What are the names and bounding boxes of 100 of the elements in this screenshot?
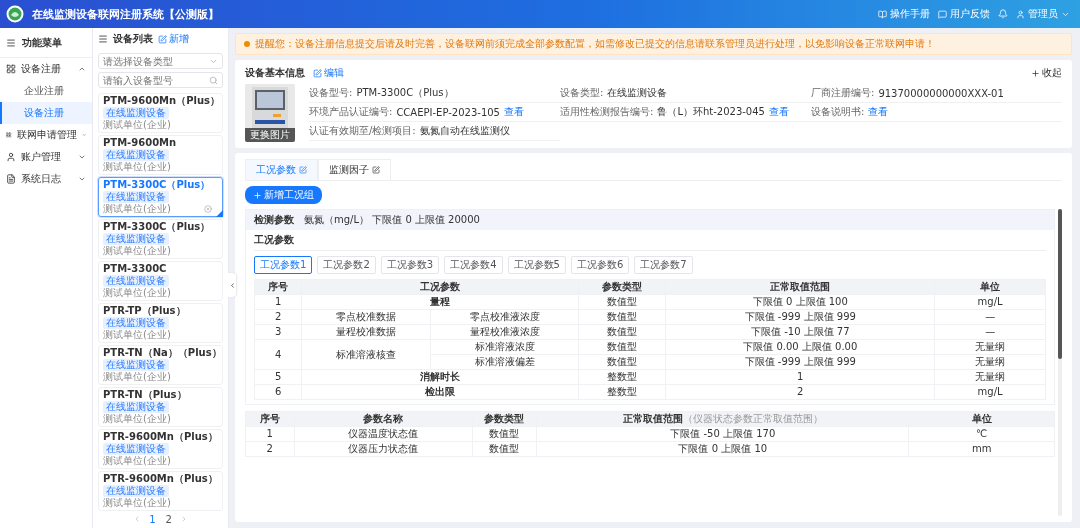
column-header: 参数类型 (578, 279, 666, 295)
table-cell: 消解时长 (301, 369, 579, 385)
table-cell: 整数型 (578, 384, 666, 400)
detection-label: 检测参数 (254, 213, 294, 227)
device-tag: 在线监测设备 (103, 484, 169, 497)
field-label: 认证有效期至/检测项目: (309, 124, 416, 138)
search-field[interactable]: 请输入设备型号 (98, 72, 223, 89)
sidebar-item[interactable]: 设备注册 (0, 58, 92, 80)
table-cell: mg/L (934, 384, 1046, 400)
section-title: 设备基本信息 (245, 66, 305, 80)
table-cell: 量程校准液浓度 (430, 324, 579, 340)
device-model: PTM-3300C（Plus） (103, 220, 211, 233)
table-cell: 6 (254, 384, 302, 400)
table-cell: 5 (254, 369, 302, 385)
device-tag: 在线监测设备 (103, 190, 169, 203)
user-icon (6, 152, 16, 162)
device-model: PTR-TN（Plus） (103, 388, 187, 401)
view-link[interactable]: 查看 (868, 105, 889, 119)
table-cell: 1 (665, 369, 935, 385)
menu-icon[interactable] (98, 34, 108, 45)
company-name: 测试单位(企业) (103, 454, 171, 467)
sidebar-item[interactable]: 账户管理 (0, 146, 92, 168)
table-cell: 数值型 (472, 426, 537, 442)
page-button[interactable]: 2 (163, 513, 174, 525)
group-tab[interactable]: 工况参数1 (254, 256, 313, 274)
group-tab[interactable]: 工况参数3 (380, 256, 440, 274)
field-value: 91370000000000XXX-01 (878, 87, 1004, 99)
group-tab[interactable]: 工况参数4 (444, 256, 503, 274)
field-label: 设备说明书: (811, 105, 865, 119)
dot-icon (244, 41, 250, 47)
sidebar-subitem[interactable]: 企业注册 (0, 80, 92, 102)
company-name: 测试单位(企业) (103, 286, 171, 299)
edit-icon (372, 166, 380, 174)
book-icon (878, 9, 887, 19)
grid-icon (6, 64, 16, 74)
table-cell: 下限值 0.00 上限值 0.00 (665, 339, 935, 355)
tab[interactable]: 监测因子 (318, 159, 391, 180)
device-card[interactable]: PTR-9600Mn（Plus） 在线监测设备 测试单位(企业) (98, 470, 223, 511)
device-model: PTM-3300C (103, 262, 167, 275)
scrollbar[interactable] (1058, 209, 1062, 516)
collapse-handle[interactable] (228, 273, 236, 297)
device-card[interactable]: PTR-TN（Na）（Plus） 在线监测设备 测试单位(企业) (98, 344, 223, 385)
add-link[interactable]: 新增 (158, 32, 189, 47)
device-card[interactable]: PTM-9600Mn（Plus） 在线监测设备 测试单位(企业) (98, 92, 223, 133)
device-card[interactable]: PTM-3300C（Plus） 在线监测设备 测试单位(企业) (98, 218, 223, 259)
device-card[interactable]: PTM-3300C（Plus） 在线监测设备 测试单位(企业) (98, 176, 223, 217)
table-cell: 下限值 -999 上限值 999 (665, 309, 935, 325)
header-note: （仪器状态参数正常取值范围） (682, 413, 823, 424)
company-name: 测试单位(企业) (103, 244, 171, 257)
view-link[interactable]: 查看 (768, 105, 789, 119)
group-tab[interactable]: 工况参数5 (507, 256, 566, 274)
change-image-button[interactable]: 更换图片 (245, 128, 295, 142)
table-cell: 标准溶液核查 (301, 339, 431, 370)
table-cell: 数值型 (578, 339, 666, 355)
sidebar-item[interactable]: 联网申请管理 (0, 124, 92, 146)
group-title: 工况参数 (254, 230, 1046, 251)
column-header: 正常取值范围 (665, 279, 935, 295)
group-tab[interactable]: 工况参数7 (634, 256, 693, 274)
device-card[interactable]: PTM-3300C 在线监测设备 测试单位(企业) (98, 260, 223, 301)
device-model: PTR-TN（Na）（Plus） (103, 346, 222, 359)
sidebar-subitem[interactable]: 设备注册 (0, 102, 92, 124)
field-label: 设备类型: (560, 86, 604, 100)
device-tag: 在线监测设备 (103, 232, 169, 245)
company-name: 测试单位(企业) (103, 370, 171, 383)
remove-icon[interactable] (204, 204, 212, 213)
table-cell: 下限值 -50 上限值 170 (536, 426, 909, 442)
add-group-button[interactable]: 新增工况组 (245, 186, 322, 204)
table-cell: 零点校准液浓度 (430, 309, 579, 325)
page-button[interactable]: 1 (147, 513, 158, 525)
company-name: 测试单位(企业) (103, 202, 171, 215)
tab[interactable]: 工况参数 (245, 159, 318, 180)
column-header: 单位 (908, 411, 1055, 427)
logo-icon (6, 5, 24, 23)
sidebar-item[interactable]: 系统日志 (0, 168, 92, 190)
table-cell: 标准溶液偏差 (430, 354, 579, 370)
device-card[interactable]: PTR-TN（Plus） 在线监测设备 测试单位(企业) (98, 386, 223, 427)
type-select[interactable]: 请选择设备类型 (98, 53, 223, 70)
view-link[interactable]: 查看 (503, 105, 524, 119)
device-card[interactable]: PTR-TP（Plus） 在线监测设备 测试单位(企业) (98, 302, 223, 343)
field-value: 鲁（L）环ht-2023-045 (657, 105, 765, 119)
device-card[interactable]: PTR-9600Mn（Plus） 在线监测设备 测试单位(企业) (98, 428, 223, 469)
notice-text: 提醒您：设备注册信息提交后请及时完善，设备联网前须完成全部参数配置，如需修改已提交的信息请联系管理员进行处理，以免影响设备正常联网申请！ (255, 37, 935, 51)
table-cell: 量程校准数据 (301, 324, 431, 340)
edit-link[interactable]: 编辑 (313, 66, 344, 80)
table-cell: 2 (245, 441, 295, 457)
table-cell: 仪器压力状态值 (294, 441, 472, 457)
user-icon (1016, 9, 1025, 19)
collapse-link[interactable]: 收起 (1031, 66, 1062, 80)
table-cell: 零点校准数据 (301, 309, 431, 325)
device-card[interactable]: PTM-9600Mn 在线监测设备 测试单位(企业) (98, 134, 223, 175)
device-tag: 在线监测设备 (103, 148, 169, 161)
edit-icon (158, 34, 167, 44)
group-tab[interactable]: 工况参数2 (317, 256, 376, 274)
group-tab[interactable]: 工况参数6 (570, 256, 630, 274)
table-cell: 整数型 (578, 369, 666, 385)
bell-icon[interactable] (998, 9, 1008, 19)
grid-icon (6, 130, 12, 140)
table-cell: 下限值 -999 上限值 999 (665, 354, 935, 370)
menu-icon[interactable] (6, 37, 16, 48)
table-cell: 4 (254, 339, 302, 370)
